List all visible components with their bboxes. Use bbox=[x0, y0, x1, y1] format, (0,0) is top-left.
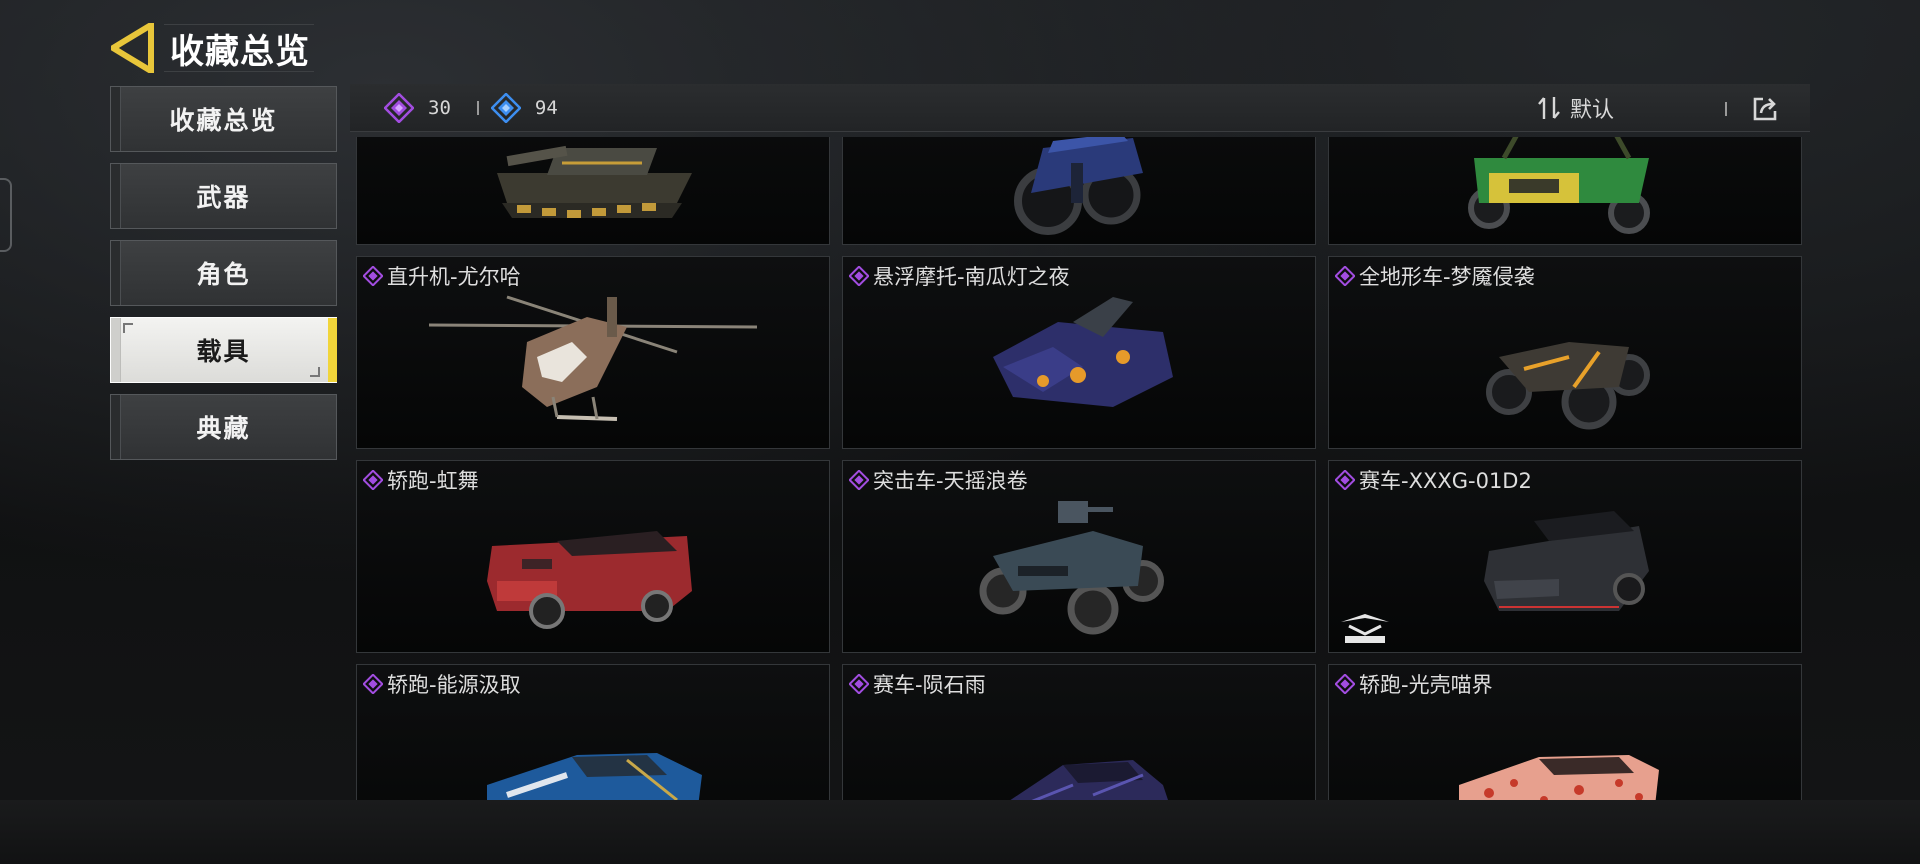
purple-diamond-icon bbox=[363, 470, 383, 490]
sidebar-item-collection[interactable]: 典藏 bbox=[110, 394, 337, 460]
sidebar-item-characters[interactable]: 角色 bbox=[110, 240, 337, 306]
filter-bar: 30 94 默认 bbox=[350, 84, 1810, 132]
page-title-box: 收藏总览 bbox=[164, 24, 314, 72]
vehicle-card[interactable]: 轿跑-光壳喵界 bbox=[1328, 664, 1802, 802]
vehicle-card[interactable] bbox=[356, 137, 830, 245]
motorcycle-image bbox=[1014, 137, 1143, 235]
divider bbox=[1725, 102, 1727, 116]
sidebar-item-vehicles[interactable]: 载具 bbox=[110, 317, 337, 383]
purple-count: 30 bbox=[384, 92, 479, 123]
sort-arrows-icon bbox=[1538, 97, 1560, 119]
blue-diamond-icon bbox=[490, 92, 521, 123]
card-header: 全地形车-梦魇侵袭 bbox=[1335, 261, 1535, 291]
purple-diamond-icon bbox=[849, 674, 869, 694]
sort-label: 默认 bbox=[1570, 98, 1615, 123]
card-header: 赛车-陨石雨 bbox=[849, 669, 986, 699]
back-button[interactable] bbox=[110, 22, 156, 74]
vehicle-card[interactable]: 赛车-XXXG-01D2 bbox=[1328, 460, 1802, 653]
card-header: 赛车-XXXG-01D2 bbox=[1335, 465, 1532, 495]
category-sidebar: 收藏总览 武器 角色 载具 典藏 bbox=[110, 86, 337, 471]
sidebar-item-label: 载具 bbox=[196, 337, 251, 366]
vehicle-card[interactable]: 直升机-尤尔哈 bbox=[356, 256, 830, 449]
vehicle-name: 赛车-陨石雨 bbox=[873, 673, 986, 697]
purple-diamond-icon bbox=[1335, 266, 1355, 286]
vehicle-name: 全地形车-梦魇侵袭 bbox=[1359, 265, 1535, 289]
purple-diamond-icon bbox=[1335, 470, 1355, 490]
vehicle-name: 赛车-XXXG-01D2 bbox=[1359, 469, 1532, 493]
page-header: 收藏总览 bbox=[110, 20, 314, 76]
card-header: 悬浮摩托-南瓜灯之夜 bbox=[849, 261, 1070, 291]
selection-corner bbox=[310, 367, 320, 377]
sidebar-item-weapons[interactable]: 武器 bbox=[110, 163, 337, 229]
purple-count-value: 30 bbox=[428, 96, 451, 119]
card-header: 轿跑-能源汲取 bbox=[363, 669, 521, 699]
purple-diamond-icon bbox=[849, 470, 869, 490]
active-indicator bbox=[328, 318, 337, 382]
blue-count: 94 bbox=[490, 92, 558, 123]
tank-image bbox=[497, 145, 692, 218]
vehicle-card[interactable]: 全地形车-梦魇侵袭 bbox=[1328, 256, 1802, 449]
vehicle-card[interactable]: 轿跑-能源汲取 bbox=[356, 664, 830, 802]
card-header: 突击车-天摇浪卷 bbox=[849, 465, 1028, 495]
sidebar-item-label: 典藏 bbox=[196, 414, 251, 443]
vehicle-card[interactable]: 悬浮摩托-南瓜灯之夜 bbox=[842, 256, 1316, 449]
card-header: 直升机-尤尔哈 bbox=[363, 261, 521, 291]
vehicle-name: 轿跑-能源汲取 bbox=[387, 673, 521, 697]
purple-diamond-icon bbox=[849, 266, 869, 286]
vehicle-card[interactable] bbox=[842, 137, 1316, 245]
vehicle-card[interactable]: 赛车-陨石雨 bbox=[842, 664, 1316, 802]
card-header: 轿跑-光壳喵界 bbox=[1335, 669, 1493, 699]
share-icon bbox=[1753, 97, 1777, 121]
vehicle-name: 直升机-尤尔哈 bbox=[387, 265, 521, 289]
blue-count-value: 94 bbox=[534, 96, 558, 119]
edge-bracket-decoration bbox=[0, 178, 12, 252]
share-button[interactable] bbox=[1750, 94, 1780, 124]
sidebar-item-label: 武器 bbox=[196, 183, 251, 212]
sidebar-item-label: 收藏总览 bbox=[169, 106, 278, 135]
vehicle-name: 悬浮摩托-南瓜灯之夜 bbox=[873, 265, 1070, 289]
purple-diamond-icon bbox=[1335, 674, 1355, 694]
sidebar-item-label: 角色 bbox=[196, 260, 251, 289]
selection-corner bbox=[123, 323, 133, 333]
purple-diamond-icon bbox=[363, 674, 383, 694]
vehicle-card[interactable]: 轿跑-虹舞 bbox=[356, 460, 830, 653]
vehicle-name: 突击车-天摇浪卷 bbox=[873, 469, 1028, 493]
vehicle-name: 轿跑-光壳喵界 bbox=[1359, 673, 1493, 697]
purple-diamond-icon bbox=[384, 92, 414, 123]
vehicle-card[interactable] bbox=[1328, 137, 1802, 245]
bottom-shade bbox=[0, 800, 1920, 864]
divider bbox=[476, 100, 479, 115]
page-title: 收藏总览 bbox=[170, 31, 310, 72]
purple-diamond-icon bbox=[363, 266, 383, 286]
vehicle-card[interactable]: 突击车-天摇浪卷 bbox=[842, 460, 1316, 653]
gundam-logo-icon bbox=[1341, 614, 1389, 643]
buggy-image bbox=[1468, 137, 1650, 234]
sidebar-item-overview[interactable]: 收藏总览 bbox=[110, 86, 337, 152]
back-arrow-icon bbox=[111, 23, 154, 73]
sort-button[interactable]: 默认 bbox=[1538, 84, 1614, 132]
card-header: 轿跑-虹舞 bbox=[363, 465, 479, 495]
vehicle-grid: 直升机-尤尔哈 悬浮摩托-南瓜灯之夜 全地形车-梦魇侵袭 轿跑-虹舞 突击车-天… bbox=[356, 137, 1802, 802]
vehicle-name: 轿跑-虹舞 bbox=[387, 469, 479, 493]
vehicle-grid-viewport[interactable]: 直升机-尤尔哈 悬浮摩托-南瓜灯之夜 全地形车-梦魇侵袭 轿跑-虹舞 突击车-天… bbox=[356, 137, 1806, 802]
